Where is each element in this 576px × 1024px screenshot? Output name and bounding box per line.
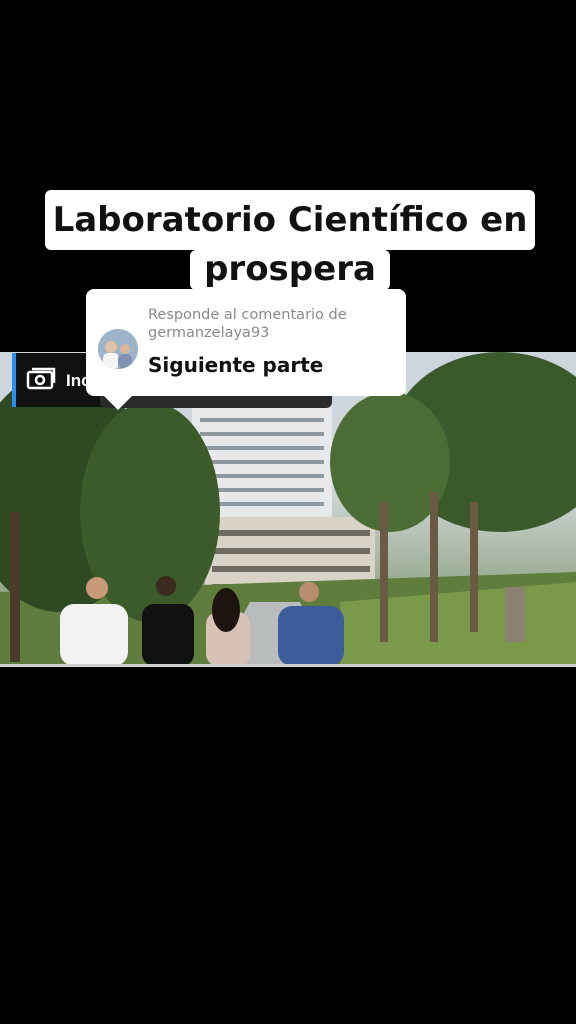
reply-prefix: Responde al comentario de — [148, 307, 347, 323]
caption-line-2: prospera — [190, 250, 390, 290]
reply-header: Responde al comentario de germanzelaya93 — [148, 306, 396, 342]
money-icon — [26, 367, 56, 393]
card-shadow — [100, 396, 332, 408]
caption-line-1: Laboratorio Científico en — [45, 190, 535, 250]
reply-username[interactable]: germanzelaya93 — [148, 325, 269, 341]
reply-comment-card[interactable]: Responde al comentario de germanzelaya93… — [86, 289, 406, 410]
avatar[interactable] — [98, 329, 138, 369]
reply-text: Siguiente parte — [148, 353, 324, 377]
frame-bottom-line — [0, 664, 576, 667]
